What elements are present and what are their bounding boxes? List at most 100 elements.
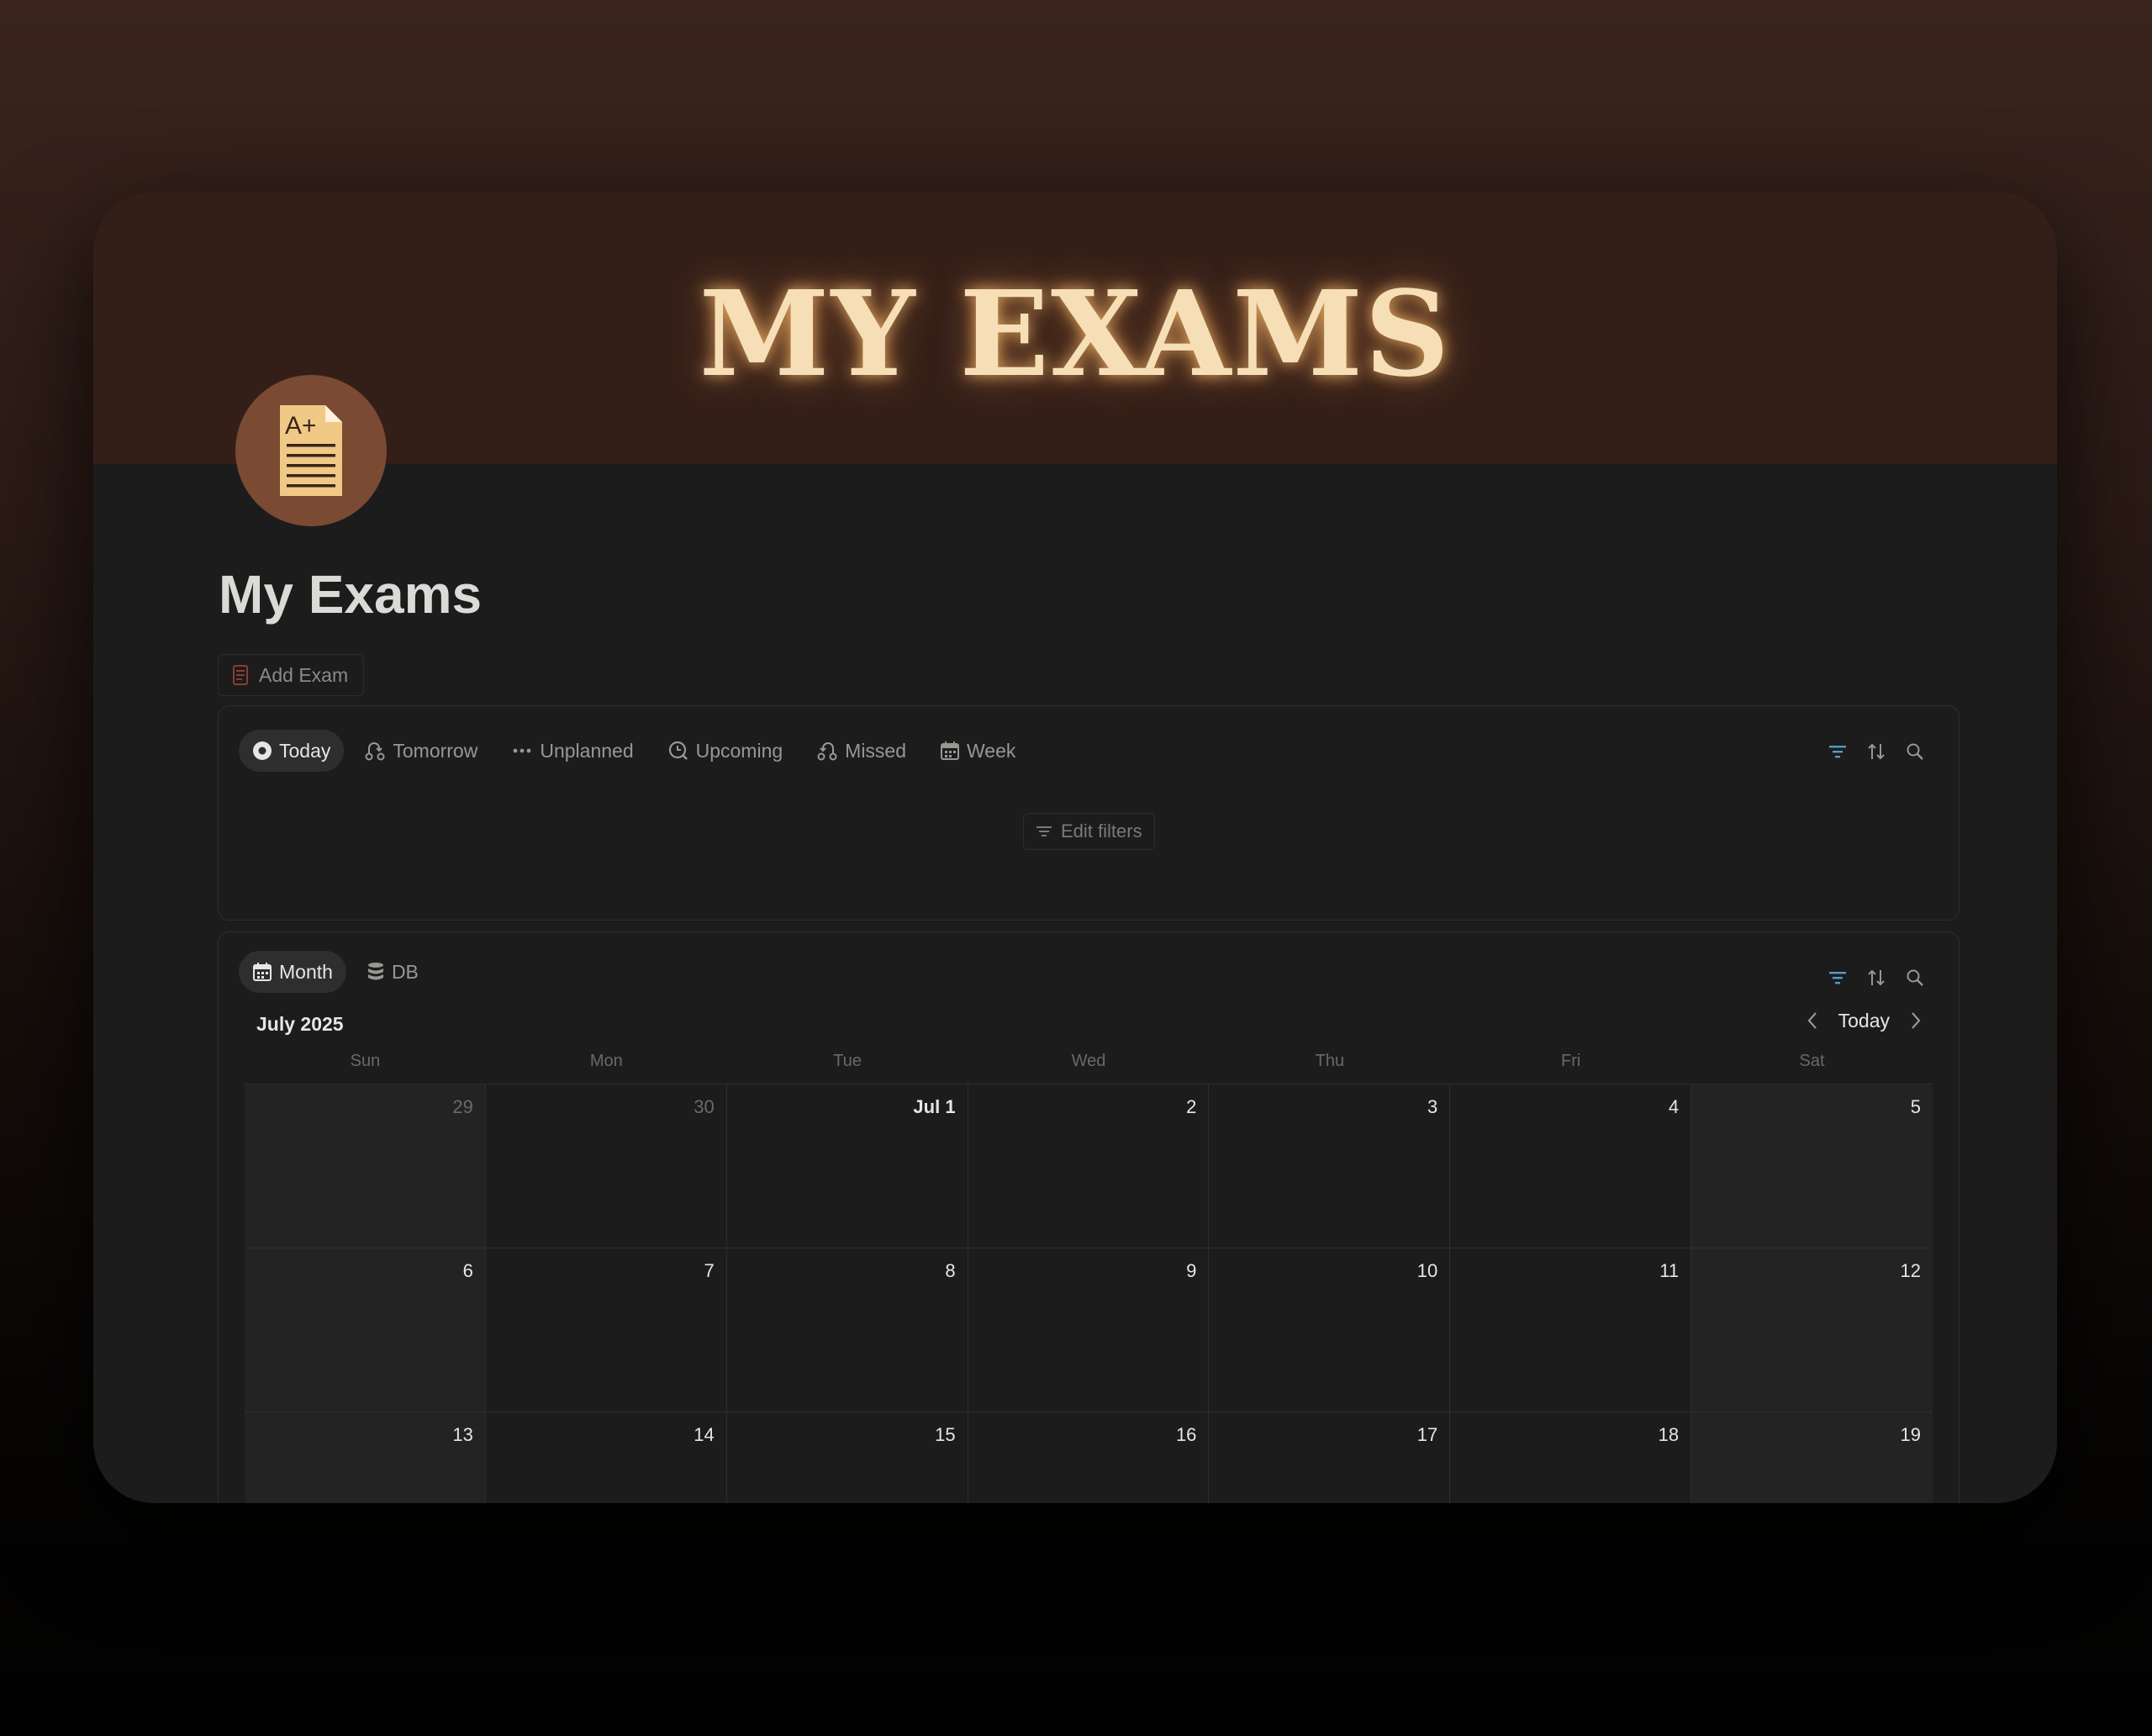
calendar-day[interactable]: 11 [1450, 1248, 1692, 1412]
calendar-day[interactable]: Jul 1 [726, 1084, 968, 1248]
calendar-day[interactable]: 7 [485, 1248, 727, 1412]
day-number: 7 [704, 1260, 715, 1281]
edit-filters-button[interactable]: Edit filters [1023, 813, 1155, 850]
calendar-day[interactable]: 15 [726, 1412, 968, 1503]
calendar-day[interactable]: 18 [1450, 1412, 1692, 1503]
circle-dot-icon [253, 741, 272, 760]
day-number: 16 [1175, 1424, 1197, 1445]
calendar-day[interactable]: 9 [968, 1248, 1210, 1412]
day-number: 2 [1186, 1096, 1197, 1117]
edit-filters-label: Edit filters [1061, 821, 1142, 842]
calendar-day[interactable]: 29 [245, 1084, 486, 1248]
day-number: 17 [1416, 1424, 1438, 1445]
tab-label: Upcoming [695, 739, 783, 762]
tab-label: Today [279, 739, 331, 762]
tab-label: Month [279, 960, 333, 983]
calendar-day[interactable]: 10 [1209, 1248, 1451, 1412]
day-number: 30 [694, 1096, 715, 1117]
calendar-day[interactable]: 2 [968, 1084, 1210, 1248]
sort-icon[interactable] [1865, 740, 1888, 763]
weekday-header: Sun Mon Tue Wed Thu Fri Sat [245, 1048, 1933, 1074]
dots-icon [513, 748, 531, 753]
weekday-label: Wed [1071, 1052, 1106, 1070]
undo-route-icon [817, 742, 837, 761]
calendar-day[interactable]: 5 [1691, 1084, 1933, 1248]
day-number: 15 [935, 1424, 956, 1445]
calendar-icon [941, 741, 960, 760]
database-icon [367, 963, 383, 980]
tab-upcoming[interactable]: Upcoming [654, 730, 797, 772]
page-window: MY EXAMS A+ My Exams Add Exam Today Tomo… [93, 192, 2057, 1503]
cover-banner: MY EXAMS [93, 192, 2057, 464]
calendar-day[interactable]: 4 [1450, 1084, 1692, 1248]
day-number: 5 [1910, 1096, 1921, 1117]
add-exam-button[interactable]: Add Exam [218, 654, 365, 696]
tab-label: Week [967, 739, 1016, 762]
tab-label: DB [391, 960, 419, 983]
tab-missed[interactable]: Missed [803, 730, 920, 772]
chevron-right-icon[interactable] [1905, 1008, 1927, 1033]
search-icon[interactable] [1903, 740, 1927, 763]
weekday-label: Mon [589, 1052, 623, 1070]
add-exam-label: Add Exam [259, 663, 349, 686]
day-number: 6 [462, 1260, 473, 1281]
tab-label: Tomorrow [393, 739, 478, 762]
filter-icon [1036, 826, 1052, 836]
day-number: 10 [1416, 1260, 1438, 1281]
weekday-label: Thu [1315, 1052, 1345, 1070]
day-number: 8 [945, 1260, 956, 1281]
calendar-panel: Month DB July 2025 Today Sun Mon Tue Wed… [218, 931, 1959, 1503]
clock-search-icon [668, 741, 688, 760]
calendar-day[interactable]: 13 [245, 1412, 486, 1503]
weekday-label: Fri [1561, 1052, 1581, 1070]
day-number: 4 [1668, 1096, 1680, 1117]
tab-month[interactable]: Month [239, 951, 346, 993]
tab-db[interactable]: DB [353, 951, 432, 993]
tab-tomorrow[interactable]: Tomorrow [351, 730, 491, 772]
calendar-day[interactable]: 14 [485, 1412, 727, 1503]
search-icon[interactable] [1903, 966, 1927, 989]
calendar-grid: 29 30 Jul 1 2 3 4 5 6 7 8 9 10 11 12 13 … [245, 1084, 1933, 1503]
calendar-day[interactable]: 17 [1209, 1412, 1451, 1503]
document-aplus-icon[interactable]: A+ [235, 375, 387, 526]
month-label: July 2025 [256, 1013, 344, 1035]
filter-icon[interactable] [1826, 966, 1849, 989]
svg-text:A+: A+ [285, 412, 317, 440]
calendar-day[interactable]: 12 [1691, 1248, 1933, 1412]
weekday-label: Tue [833, 1052, 862, 1070]
calendar-tabs: Month DB [239, 951, 432, 993]
calendar-day[interactable]: 30 [485, 1084, 727, 1248]
tab-today[interactable]: Today [239, 730, 345, 772]
day-number: 14 [694, 1424, 715, 1445]
weekday-label: Sun [350, 1052, 381, 1070]
calendar-nav: Today [1801, 1008, 1927, 1033]
sort-icon[interactable] [1865, 966, 1888, 989]
day-number: 3 [1427, 1096, 1438, 1117]
calendar-day[interactable]: 6 [245, 1248, 486, 1412]
day-number: 9 [1186, 1260, 1197, 1281]
day-number: 19 [1900, 1424, 1921, 1445]
banner-title: MY EXAMS [699, 266, 1452, 404]
route-icon [365, 742, 385, 761]
calendar-day[interactable]: 3 [1209, 1084, 1451, 1248]
tab-week[interactable]: Week [926, 730, 1029, 772]
day-number: Jul 1 [913, 1096, 956, 1117]
today-button[interactable]: Today [1838, 1010, 1890, 1032]
tab-unplanned[interactable]: Unplanned [498, 730, 646, 772]
day-number: 29 [452, 1096, 473, 1117]
day-number: 11 [1659, 1260, 1680, 1281]
chevron-left-icon[interactable] [1801, 1008, 1823, 1033]
tab-label: Missed [845, 739, 907, 762]
calendar-icon [253, 963, 272, 981]
page-title: My Exams [219, 564, 483, 625]
calendar-toolbar [1826, 966, 1927, 989]
filter-icon[interactable] [1826, 740, 1849, 763]
calendar-day[interactable]: 19 [1691, 1412, 1933, 1503]
calendar-day[interactable]: 16 [968, 1412, 1210, 1503]
document-icon [233, 665, 248, 685]
calendar-day[interactable]: 8 [726, 1248, 968, 1412]
view-tabs: Today Tomorrow Unplanned Upcoming Missed… [239, 730, 1029, 772]
exam-views-panel: Today Tomorrow Unplanned Upcoming Missed… [218, 705, 1959, 921]
day-number: 12 [1900, 1260, 1921, 1281]
tab-label: Unplanned [540, 739, 634, 762]
